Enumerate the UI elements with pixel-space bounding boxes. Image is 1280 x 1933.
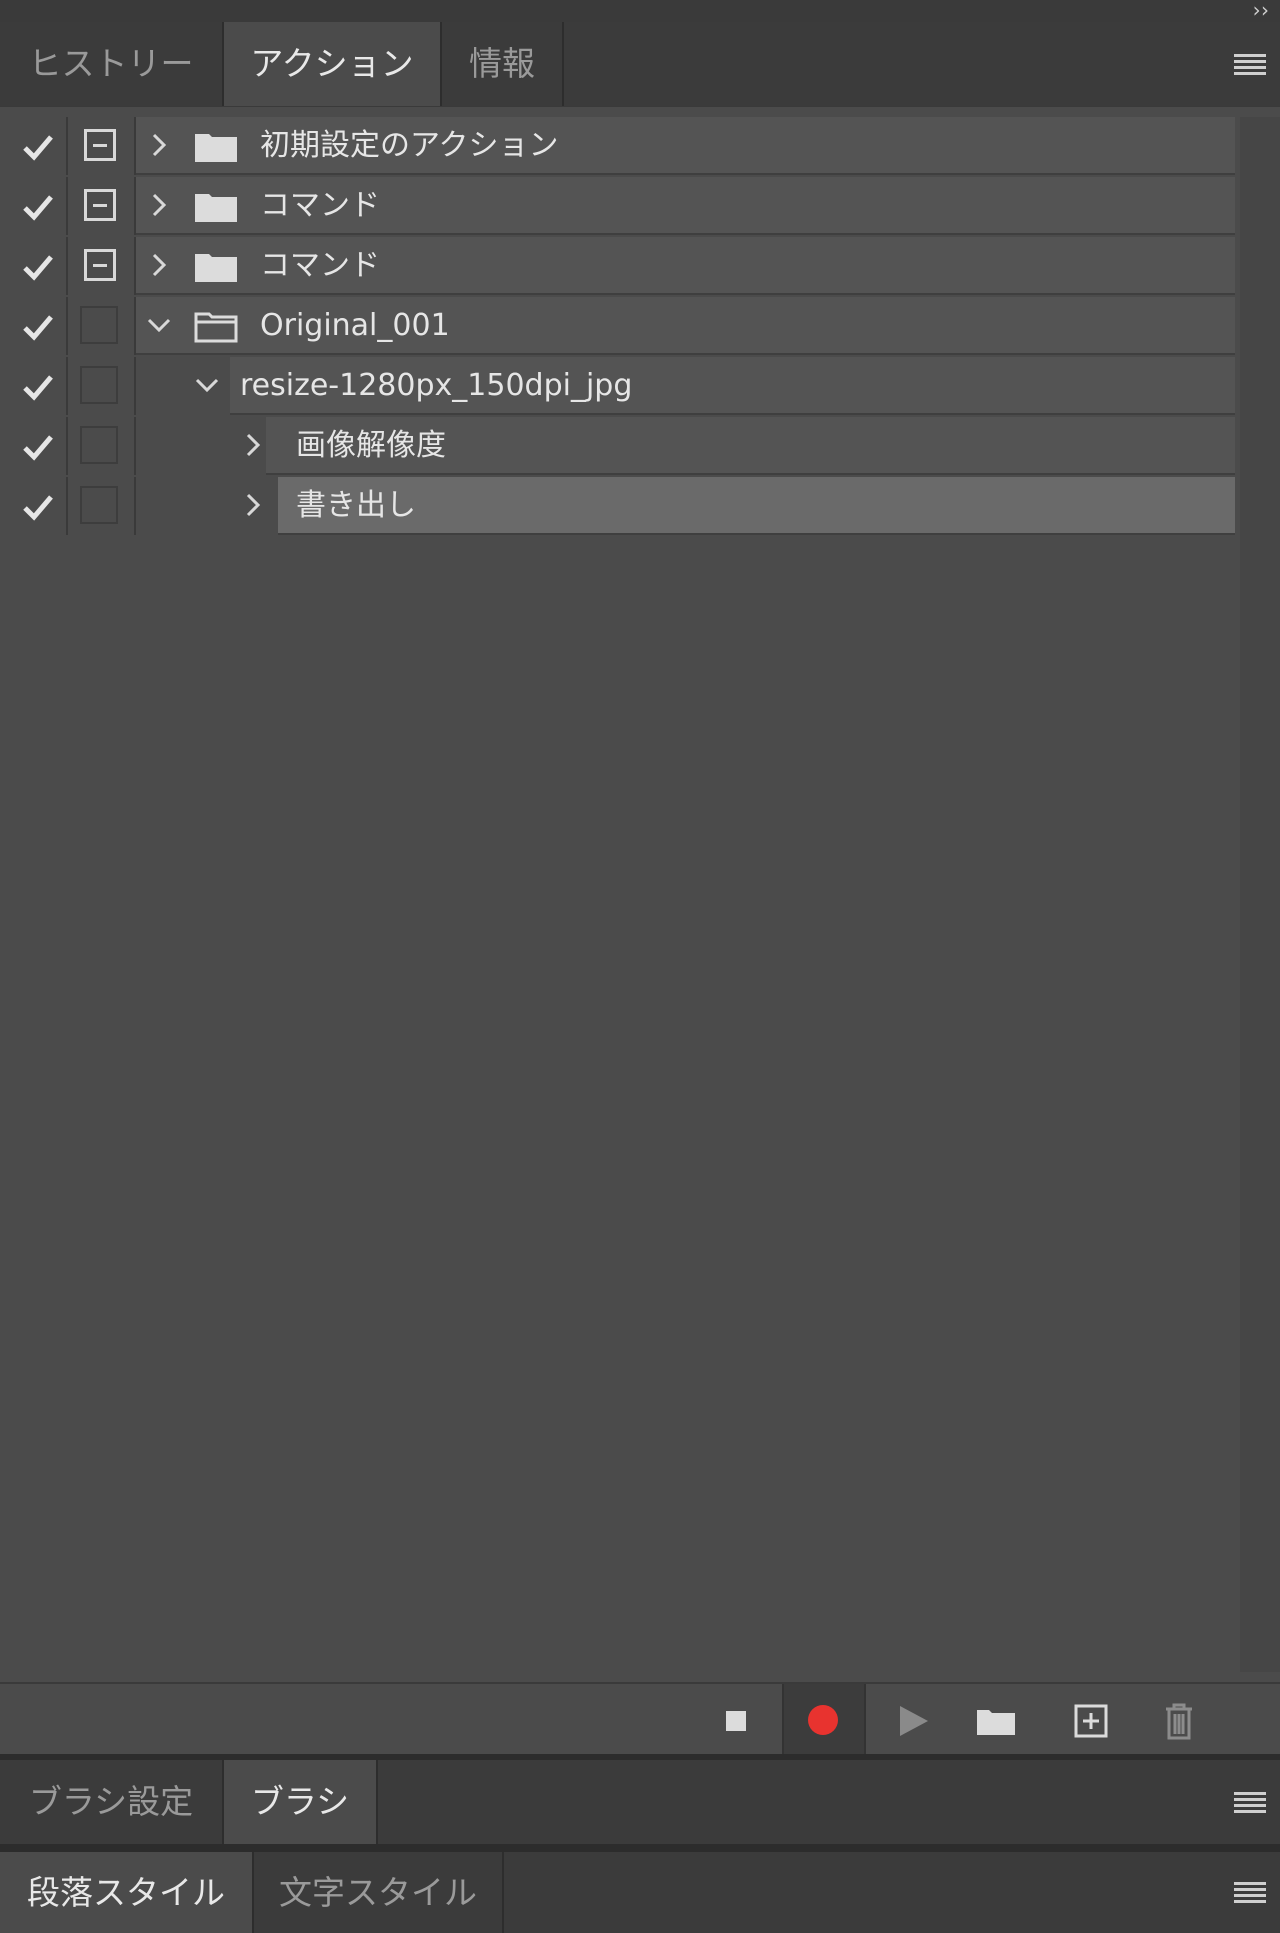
toggle-item[interactable] [0, 297, 68, 355]
new-action-button[interactable] [1052, 1684, 1132, 1756]
new-action-icon [1074, 1704, 1108, 1738]
tab-info[interactable]: 情報 [442, 22, 564, 106]
folder-icon [195, 254, 237, 282]
row-label: Original_001 [260, 308, 450, 343]
row-label: resize-1280px_150dpi_jpg [240, 368, 633, 403]
chevron-right-icon[interactable] [146, 252, 172, 278]
chevron-down-icon[interactable] [146, 312, 172, 338]
dialog-empty-box [80, 486, 118, 524]
folder-icon [195, 134, 237, 162]
play-icon [900, 1706, 928, 1736]
toggle-item[interactable] [0, 477, 68, 535]
checkmark-icon [23, 495, 53, 521]
toggle-dialog[interactable] [68, 477, 136, 535]
row-label: 初期設定のアクション [260, 128, 559, 163]
checkmark-icon [23, 135, 53, 161]
toggle-dialog[interactable] [68, 357, 136, 415]
chevron-right-icon[interactable] [240, 492, 266, 518]
top-panel-tabbar: ヒストリー アクション 情報 [0, 22, 1280, 106]
chevron-right-icon[interactable] [146, 192, 172, 218]
toggle-item[interactable] [0, 417, 68, 475]
toggle-dialog[interactable] [68, 237, 136, 295]
row-label: 書き出し [296, 488, 416, 523]
chevron-down-icon[interactable] [194, 372, 220, 398]
toggle-item[interactable] [0, 237, 68, 295]
list-item[interactable]: 初期設定のアクション [0, 117, 1235, 175]
toggle-dialog[interactable] [68, 297, 136, 355]
list-item[interactable]: resize-1280px_150dpi_jpg [0, 357, 1235, 415]
panel-menu-icon[interactable] [1234, 54, 1266, 76]
checkmark-icon [23, 315, 53, 341]
tab-paragraph-styles[interactable]: 段落スタイル [0, 1852, 254, 1933]
dialog-icon [84, 249, 116, 281]
tab-history[interactable]: ヒストリー [0, 22, 224, 106]
folder-open-icon [194, 312, 238, 343]
checkmark-icon [23, 195, 53, 221]
toggle-item[interactable] [0, 177, 68, 235]
list-item[interactable]: 書き出し [0, 477, 1235, 535]
new-set-icon [977, 1710, 1015, 1735]
checkmark-icon [23, 255, 53, 281]
panel-menu-icon[interactable] [1234, 1792, 1266, 1814]
chevron-right-icon[interactable] [146, 132, 172, 158]
new-set-button[interactable] [956, 1684, 1036, 1756]
list-item[interactable]: コマンド [0, 237, 1235, 295]
dialog-empty-box [80, 366, 118, 404]
play-button[interactable] [872, 1684, 952, 1756]
panel-divider [0, 1844, 1280, 1852]
trash-icon [1166, 1703, 1192, 1740]
dialog-icon [84, 189, 116, 221]
folder-icon [195, 194, 237, 222]
list-item[interactable]: コマンド [0, 177, 1235, 235]
chevron-right-icon[interactable] [240, 432, 266, 458]
dialog-empty-box [80, 426, 118, 464]
checkmark-icon [23, 435, 53, 461]
panel-menu-icon[interactable] [1234, 1882, 1266, 1904]
row-label: コマンド [260, 248, 380, 283]
collapse-panels-icon[interactable]: › › [1253, 0, 1269, 22]
tab-actions[interactable]: アクション [224, 22, 442, 106]
toggle-item[interactable] [0, 357, 68, 415]
stop-button[interactable] [696, 1684, 776, 1756]
row-bar-selected [278, 477, 1235, 535]
style-panel-tabbar: 段落スタイル 文字スタイル [0, 1852, 1280, 1933]
actions-toolbar [0, 1682, 1280, 1756]
toggle-dialog[interactable] [68, 117, 136, 175]
toggle-dialog[interactable] [68, 177, 136, 235]
actions-list: 初期設定のアクション コマンド コマンド Original_001 resize… [0, 107, 1280, 1682]
record-icon [808, 1705, 838, 1735]
tab-character-styles[interactable]: 文字スタイル [254, 1852, 504, 1933]
brush-panel-tabbar: ブラシ設定 ブラシ [0, 1760, 1280, 1844]
stop-icon [726, 1711, 746, 1731]
tab-brush[interactable]: ブラシ [224, 1760, 378, 1844]
toggle-item[interactable] [0, 117, 68, 175]
toggle-dialog[interactable] [68, 417, 136, 475]
scrollbar[interactable] [1240, 117, 1280, 1672]
list-item[interactable]: Original_001 [0, 297, 1235, 355]
dialog-empty-box [80, 306, 118, 344]
tab-brush-settings[interactable]: ブラシ設定 [0, 1760, 224, 1844]
row-label: 画像解像度 [296, 428, 446, 463]
dialog-icon [84, 129, 116, 161]
delete-button[interactable] [1140, 1684, 1220, 1756]
row-label: コマンド [260, 188, 380, 223]
list-item[interactable]: 画像解像度 [0, 417, 1235, 475]
panel-top-strip: › › [0, 0, 1280, 23]
checkmark-icon [23, 375, 53, 401]
record-button[interactable] [782, 1684, 866, 1756]
